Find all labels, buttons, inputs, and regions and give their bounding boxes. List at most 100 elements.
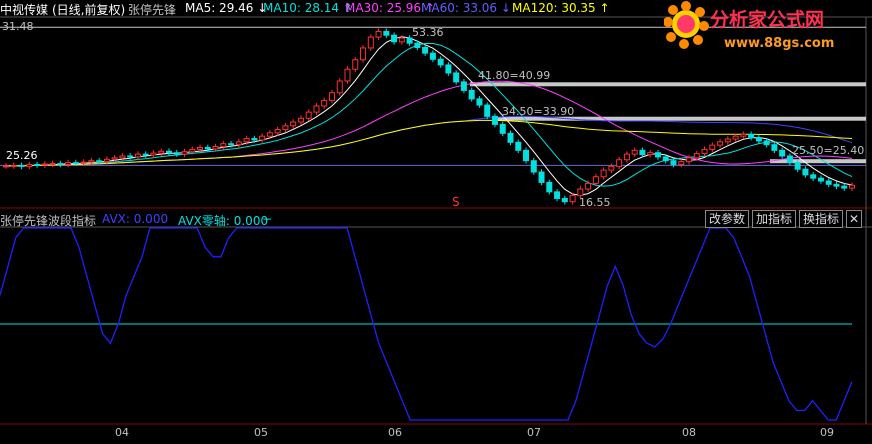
candle-body <box>360 47 367 61</box>
candle-body <box>88 160 95 163</box>
candle-body <box>647 152 654 156</box>
avx-value: AVX: 0.000 <box>102 212 169 226</box>
ma-line-ma10 <box>5 43 853 187</box>
peak-price-label: 53.36 <box>412 26 444 39</box>
candle-body <box>468 89 475 100</box>
candle-body <box>732 135 739 140</box>
candle-body <box>49 163 56 166</box>
candle-body <box>204 146 211 150</box>
candle-body <box>422 46 429 54</box>
candle-body <box>748 133 755 139</box>
candle-body <box>251 138 258 141</box>
candle-body <box>849 184 855 189</box>
period-label: (日线,前复权) <box>52 3 126 17</box>
candle-body <box>274 129 281 134</box>
candle-body <box>181 151 188 155</box>
candle-body <box>18 164 25 167</box>
candle-body <box>65 162 72 165</box>
avx-zero-value: AVX零轴: 0.000 <box>178 214 269 228</box>
candle-body <box>833 183 840 187</box>
candle-body <box>259 135 266 141</box>
candle-body <box>119 155 126 159</box>
left-level-label: 25.26 <box>6 149 38 162</box>
candle-body <box>391 34 398 43</box>
level-2-label: 34.50=33.90 <box>502 105 574 118</box>
candle-body <box>608 165 615 171</box>
candle-body <box>26 163 33 167</box>
ma60-label: MA60: 33.06 ↓ <box>421 1 511 15</box>
candle-body <box>127 155 134 158</box>
candle-body <box>491 115 498 125</box>
candle-body <box>336 80 343 94</box>
candle-body <box>670 160 677 165</box>
candle-body <box>802 168 809 176</box>
candle-body <box>476 98 483 106</box>
candle-body <box>546 181 553 193</box>
candle-body <box>678 161 685 165</box>
low-price-label: 16.55 <box>579 196 611 209</box>
candle-body <box>96 160 103 163</box>
candle-body <box>600 169 607 178</box>
level-3-label: 25.50=25.40 <box>792 144 864 157</box>
lower-indicator-title: 张停先锋波段指标 <box>0 214 97 228</box>
ma5-label: MA5: 29.46 ↓ <box>185 1 268 15</box>
candle-body <box>616 159 623 167</box>
candle-body <box>243 138 250 143</box>
candle-body <box>639 149 646 156</box>
site-logo: 分析家公式网 www.88gs.com <box>664 1 834 51</box>
candle-body <box>484 104 491 117</box>
candle-body <box>150 152 157 156</box>
candle-body <box>305 111 312 119</box>
swap-indicator-button[interactable]: 换指标 <box>799 210 844 228</box>
candle-body <box>429 52 436 60</box>
stock-name: 中视传媒 <box>0 3 49 17</box>
candle-body <box>592 176 599 184</box>
ma120-label: MA120: 30.35 ↑ <box>512 1 610 15</box>
candle-body <box>453 72 460 83</box>
candle-body <box>623 153 630 161</box>
dash-mark: − <box>262 212 273 226</box>
candle-body <box>569 195 576 203</box>
candle-body <box>111 157 118 160</box>
candle-body <box>375 30 382 38</box>
ma10-label: MA10: 28.14 ↑ <box>263 1 353 15</box>
candle-body <box>212 146 219 150</box>
sun-icon <box>664 1 709 49</box>
candle-body <box>499 123 506 134</box>
candle-body <box>841 185 848 189</box>
candle-body <box>344 68 351 82</box>
candle-body <box>57 163 64 166</box>
candle-body <box>313 105 320 113</box>
candle-body <box>41 163 48 166</box>
main-indicator-name: 张停先锋 <box>128 3 177 17</box>
candle-body <box>554 191 561 199</box>
candle-body <box>662 156 669 162</box>
change-params-button[interactable]: 改参数 <box>705 210 750 228</box>
candle-body <box>530 160 537 173</box>
candle-body <box>80 161 87 164</box>
candle-body <box>460 81 467 91</box>
candle-body <box>290 121 297 127</box>
level-1-label: 41.80=40.99 <box>478 69 550 82</box>
x-tick-07: 07 <box>527 426 541 439</box>
candle-body <box>197 146 204 150</box>
candle-body <box>585 182 592 190</box>
add-indicator-button[interactable]: 加指标 <box>752 210 797 228</box>
candle-body <box>103 158 110 163</box>
candle-body <box>134 153 141 158</box>
x-tick-05: 05 <box>254 426 268 439</box>
candle-body <box>189 148 196 153</box>
logo-title: 分析家公式网 <box>710 8 824 31</box>
candle-body <box>3 165 9 168</box>
x-tick-09: 09 <box>820 426 834 439</box>
candle-body <box>825 180 832 185</box>
candle-body <box>654 152 661 158</box>
x-tick-06: 06 <box>388 426 402 439</box>
candle-body <box>437 58 444 66</box>
close-panel-button[interactable]: ✕ <box>846 210 862 228</box>
candle-body <box>10 164 17 167</box>
candle-body <box>321 99 328 107</box>
candle-body <box>779 149 786 157</box>
x-tick-04: 04 <box>115 426 129 439</box>
candle-body <box>367 36 374 49</box>
